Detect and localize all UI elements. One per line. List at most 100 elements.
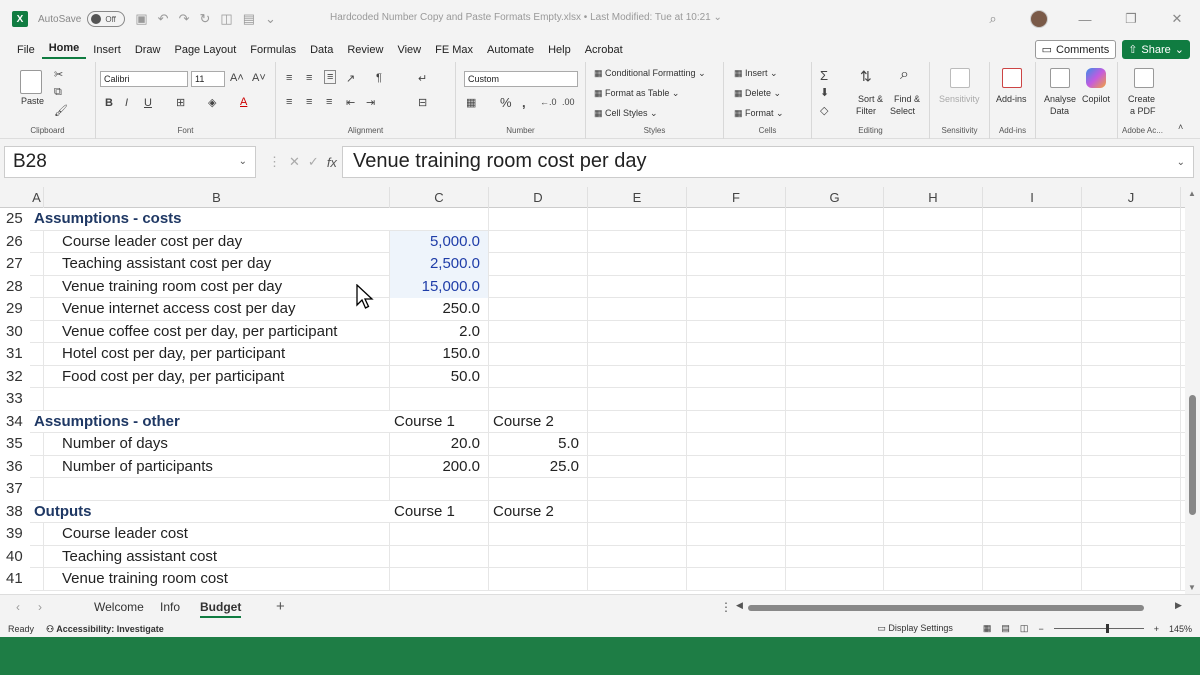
cell-b[interactable]: Number of days bbox=[44, 433, 390, 456]
horizontal-scroll-thumb[interactable] bbox=[748, 605, 1144, 611]
cell-b[interactable]: Course leader cost per day bbox=[44, 230, 390, 253]
empty-cell[interactable] bbox=[687, 523, 786, 546]
sort-filter-button-line2[interactable]: Filter bbox=[856, 106, 876, 116]
cell-d[interactable] bbox=[489, 298, 588, 321]
row-header[interactable]: 37 bbox=[0, 478, 30, 501]
tab-formulas[interactable]: Formulas bbox=[243, 44, 303, 56]
copy-icon[interactable]: ⧉ bbox=[54, 86, 62, 99]
cell-b[interactable]: Venue coffee cost per day, per participa… bbox=[44, 320, 390, 343]
align-middle-icon[interactable]: ≡ bbox=[306, 72, 312, 84]
cell-d[interactable] bbox=[489, 230, 588, 253]
zoom-in-icon[interactable]: + bbox=[1154, 624, 1159, 634]
tab-draw[interactable]: Draw bbox=[128, 44, 168, 56]
tab-data[interactable]: Data bbox=[303, 44, 340, 56]
cell-c[interactable] bbox=[390, 545, 489, 568]
borders-icon[interactable]: ⊞ bbox=[176, 96, 185, 109]
copilot-button[interactable]: Copilot bbox=[1082, 94, 1110, 104]
analyse-data-button[interactable]: Analyse bbox=[1044, 94, 1076, 104]
create-pdf-button-line2[interactable]: a PDF bbox=[1130, 106, 1156, 116]
normal-view-icon[interactable]: ▦ bbox=[983, 623, 992, 634]
tab-acrobat[interactable]: Acrobat bbox=[578, 44, 630, 56]
tab-automate[interactable]: Automate bbox=[480, 44, 541, 56]
percent-style-icon[interactable]: % bbox=[500, 95, 512, 110]
fill-icon[interactable]: ⬇ bbox=[820, 86, 829, 99]
cell-d[interactable] bbox=[489, 388, 588, 411]
cell-a[interactable] bbox=[30, 568, 44, 591]
cell-d[interactable]: 25.0 bbox=[489, 455, 588, 478]
empty-cell[interactable] bbox=[1082, 500, 1181, 523]
tab-fe-max[interactable]: FE Max bbox=[428, 44, 480, 56]
font-color-icon[interactable]: A bbox=[240, 96, 247, 108]
autosave-toggle[interactable]: Off bbox=[87, 11, 126, 27]
empty-cell[interactable] bbox=[687, 545, 786, 568]
empty-cell[interactable] bbox=[983, 298, 1082, 321]
vertical-scrollbar[interactable]: ▲ ▼ bbox=[1185, 187, 1200, 594]
sheet-tab-welcome[interactable]: Welcome bbox=[94, 600, 144, 614]
number-format-select[interactable]: Custom bbox=[464, 71, 578, 87]
empty-cell[interactable] bbox=[884, 320, 983, 343]
cell-c[interactable]: 150.0 bbox=[390, 343, 489, 366]
empty-cell[interactable] bbox=[687, 208, 786, 231]
empty-cell[interactable] bbox=[588, 343, 687, 366]
page-break-view-icon[interactable]: ◫ bbox=[1020, 623, 1029, 634]
tab-file[interactable]: File bbox=[10, 44, 42, 56]
scroll-down-icon[interactable]: ▼ bbox=[1188, 583, 1196, 592]
conditional-formatting-button[interactable]: ▦ Conditional Formatting ⌄ bbox=[594, 68, 706, 79]
empty-cell[interactable] bbox=[588, 388, 687, 411]
cell-c[interactable]: 5,000.0 bbox=[390, 230, 489, 253]
row-header[interactable]: 26 bbox=[0, 230, 30, 253]
empty-cell[interactable] bbox=[786, 523, 884, 546]
decrease-font-icon[interactable]: A˅ bbox=[252, 72, 266, 84]
empty-cell[interactable] bbox=[983, 388, 1082, 411]
empty-cell[interactable] bbox=[884, 500, 983, 523]
paste-button[interactable]: Paste bbox=[21, 96, 44, 106]
cell-b[interactable]: Food cost per day, per participant bbox=[44, 365, 390, 388]
cell-b[interactable] bbox=[44, 478, 390, 501]
delete-cells-button[interactable]: ▦ Delete ⌄ bbox=[734, 88, 781, 99]
empty-cell[interactable] bbox=[687, 455, 786, 478]
autosum-icon[interactable]: Σ bbox=[820, 68, 828, 83]
format-cells-button[interactable]: ▦ Format ⌄ bbox=[734, 108, 784, 119]
empty-cell[interactable] bbox=[983, 523, 1082, 546]
empty-cell[interactable] bbox=[983, 545, 1082, 568]
col-header-b[interactable]: B bbox=[44, 187, 390, 208]
empty-cell[interactable] bbox=[687, 365, 786, 388]
empty-cell[interactable] bbox=[1082, 230, 1181, 253]
scroll-right-icon[interactable]: ▶ bbox=[1175, 600, 1182, 611]
cell-c[interactable]: Course 1 bbox=[390, 500, 489, 523]
empty-cell[interactable] bbox=[786, 320, 884, 343]
wrap-text-icon[interactable]: ↵ bbox=[418, 72, 427, 85]
tab-view[interactable]: View bbox=[390, 44, 428, 56]
enter-icon[interactable]: ✓ bbox=[308, 154, 319, 170]
empty-cell[interactable] bbox=[687, 343, 786, 366]
row-header[interactable]: 40 bbox=[0, 545, 30, 568]
chevron-down-icon[interactable]: ⌄ bbox=[239, 156, 247, 167]
cell-c[interactable]: 15,000.0 bbox=[390, 275, 489, 298]
cell-d[interactable] bbox=[489, 208, 588, 231]
cell-b[interactable]: Number of participants bbox=[44, 455, 390, 478]
empty-cell[interactable] bbox=[588, 320, 687, 343]
display-settings-button[interactable]: ▭ Display Settings bbox=[877, 623, 953, 634]
find-select-button[interactable]: Find & bbox=[894, 94, 920, 104]
empty-cell[interactable] bbox=[1082, 410, 1181, 433]
cell-d[interactable] bbox=[489, 478, 588, 501]
find-select-button-line2[interactable]: Select bbox=[890, 106, 915, 116]
cell-b[interactable]: Venue training room cost per day bbox=[44, 275, 390, 298]
share-button[interactable]: ⇧ Share ⌄ bbox=[1122, 40, 1190, 59]
addins-button[interactable]: Add-ins bbox=[996, 94, 1027, 104]
empty-cell[interactable] bbox=[786, 568, 884, 591]
empty-cell[interactable] bbox=[983, 500, 1082, 523]
select-all-corner[interactable] bbox=[0, 187, 30, 208]
align-bottom-icon[interactable]: ≡ bbox=[324, 70, 337, 84]
sort-filter-button[interactable]: Sort & bbox=[858, 94, 883, 104]
document-title[interactable]: Hardcoded Number Copy and Paste Formats … bbox=[330, 12, 722, 23]
col-header-f[interactable]: F bbox=[687, 187, 786, 208]
zoom-level[interactable]: 145% bbox=[1169, 624, 1192, 634]
cell-d[interactable]: Course 2 bbox=[489, 410, 588, 433]
close-icon[interactable]: ✕ bbox=[1154, 11, 1200, 27]
align-left-icon[interactable]: ≡ bbox=[286, 96, 292, 108]
empty-cell[interactable] bbox=[983, 275, 1082, 298]
empty-cell[interactable] bbox=[786, 208, 884, 231]
cell-a[interactable] bbox=[30, 478, 44, 501]
merge-center-icon[interactable]: ⊟ bbox=[418, 96, 427, 109]
